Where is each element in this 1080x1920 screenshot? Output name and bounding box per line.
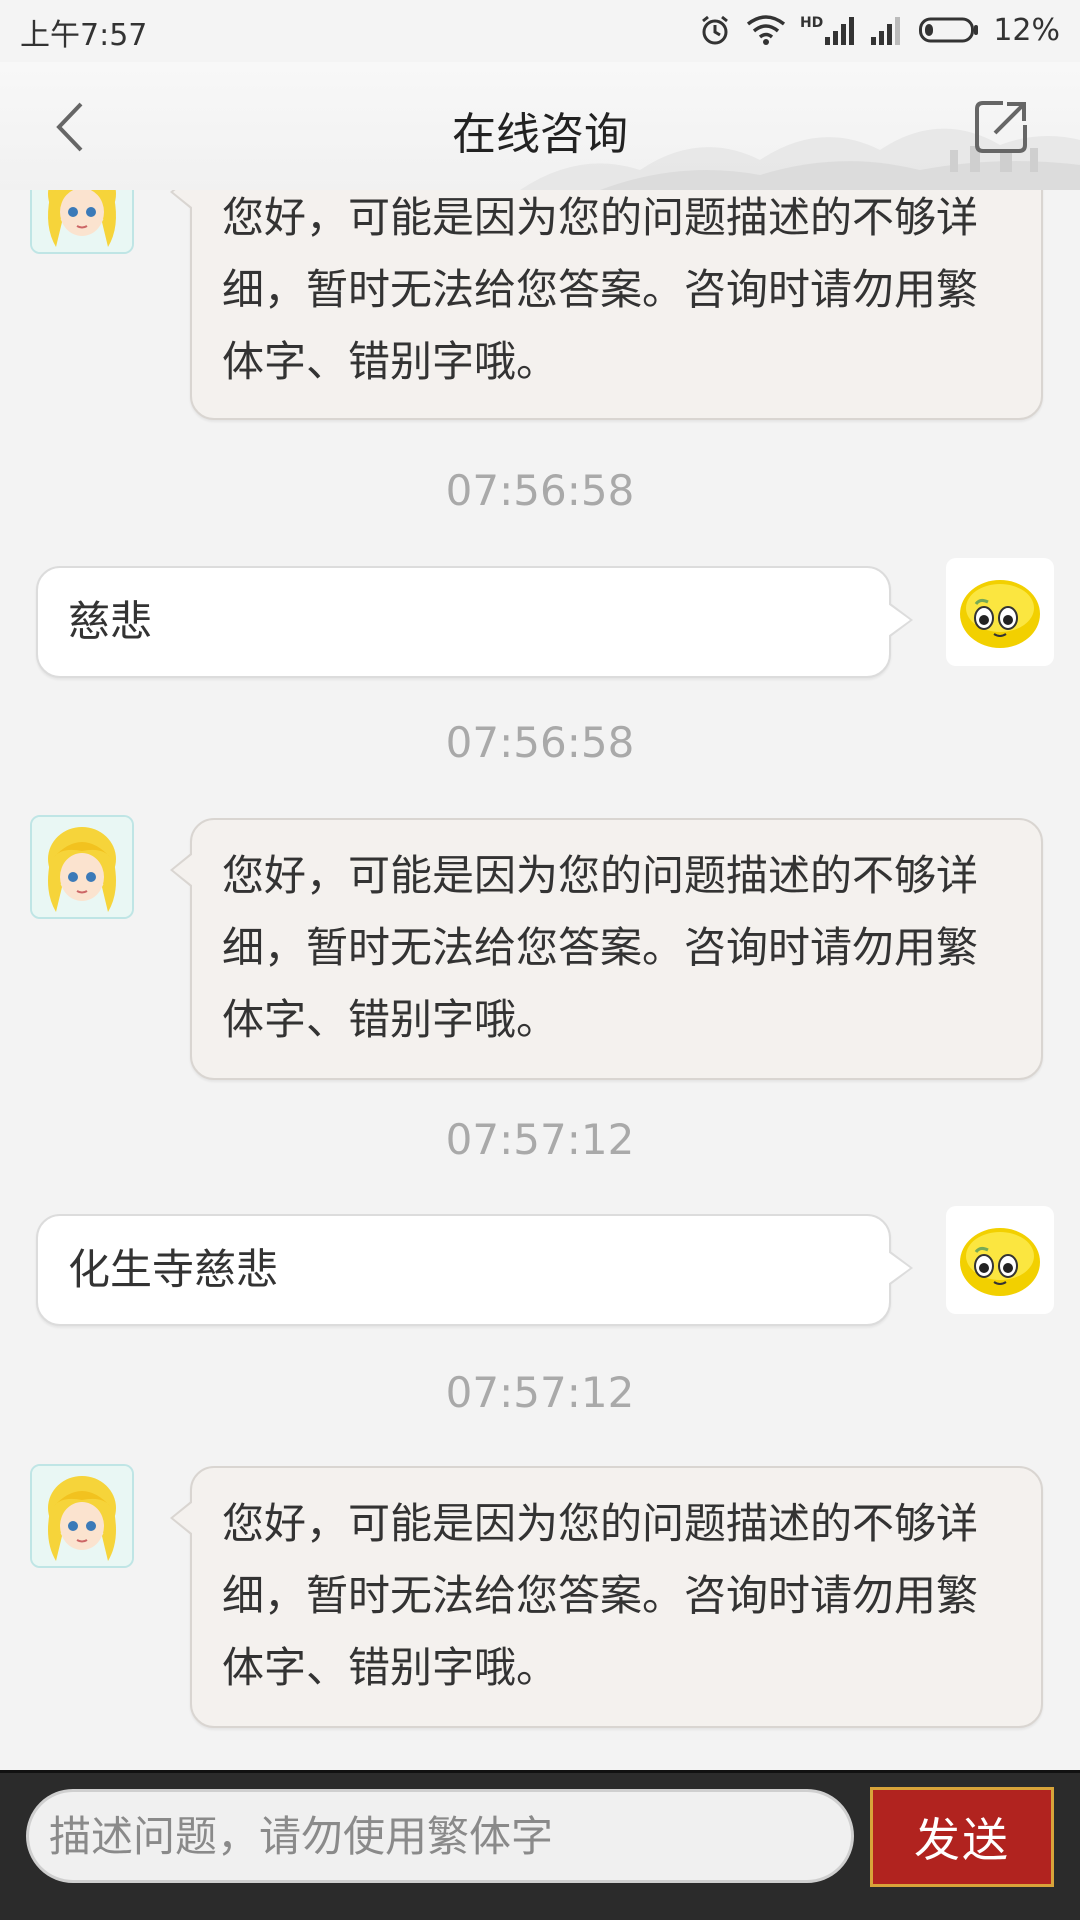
user-message-text: 化生寺慈悲 — [68, 1245, 279, 1294]
chat-area[interactable]: 您好，可能是因为您的问题描述的不够详细，暂时无法给您答案。咨询时请勿用繁体字、错… — [0, 190, 1080, 1770]
message-timestamp: 07:57:12 — [445, 1115, 635, 1164]
girl-avatar-icon — [32, 190, 132, 252]
bot-avatar — [30, 815, 134, 919]
user-message-bubble: 化生寺慈悲 — [36, 1214, 913, 1326]
input-bar: 发送 — [0, 1770, 1080, 1920]
signal-icon — [871, 17, 901, 45]
user-avatar — [946, 558, 1054, 666]
emoji-face-avatar-icon — [960, 1228, 1040, 1296]
share-button[interactable] — [966, 92, 1036, 162]
status-time: 上午7:57 — [20, 18, 148, 53]
emoji-face-avatar-icon — [960, 580, 1040, 648]
bot-message-text: 您好，可能是因为您的问题描述的不够详细，暂时无法给您答案。咨询时请勿用繁体字、错… — [222, 193, 979, 386]
bot-message-text: 您好，可能是因为您的问题描述的不够详细，暂时无法给您答案。咨询时请勿用繁体字、错… — [222, 1499, 979, 1692]
title-bar: 在线咨询 — [0, 62, 1080, 190]
bot-avatar — [30, 1464, 134, 1568]
bot-avatar — [30, 190, 134, 254]
battery-level: 12% — [993, 12, 1060, 48]
user-avatar — [946, 1206, 1054, 1314]
girl-avatar-icon — [32, 817, 132, 917]
alarm-icon — [702, 15, 728, 45]
bot-message-bubble: 您好，可能是因为您的问题描述的不够详细，暂时无法给您答案。咨询时请勿用繁体字、错… — [170, 1466, 1043, 1728]
bot-message-text: 您好，可能是因为您的问题描述的不够详细，暂时无法给您答案。咨询时请勿用繁体字、错… — [222, 851, 979, 1044]
question-input[interactable] — [26, 1789, 854, 1883]
page-title: 在线咨询 — [452, 109, 628, 160]
message-timestamp: 07:57:12 — [445, 1368, 635, 1417]
bot-message-bubble: 您好，可能是因为您的问题描述的不够详细，暂时无法给您答案。咨询时请勿用繁体字、错… — [170, 190, 1043, 420]
girl-avatar-icon — [32, 1466, 132, 1566]
share-icon — [975, 101, 1027, 153]
bot-message-bubble: 您好，可能是因为您的问题描述的不够详细，暂时无法给您答案。咨询时请勿用繁体字、错… — [170, 818, 1043, 1080]
status-icons: HD 12% — [698, 10, 1060, 50]
user-message-text: 慈悲 — [68, 597, 153, 646]
hd-label: HD — [799, 15, 824, 31]
message-timestamp: 07:56:58 — [445, 466, 635, 515]
battery-icon — [919, 17, 979, 43]
status-bar: 上午7:57 HD 12% — [0, 0, 1080, 62]
wifi-icon — [746, 15, 786, 45]
user-message-bubble: 慈悲 — [36, 566, 913, 678]
send-button[interactable]: 发送 — [870, 1787, 1054, 1887]
hd-signal-icon: HD — [800, 15, 857, 45]
message-timestamp: 07:56:58 — [445, 718, 635, 767]
